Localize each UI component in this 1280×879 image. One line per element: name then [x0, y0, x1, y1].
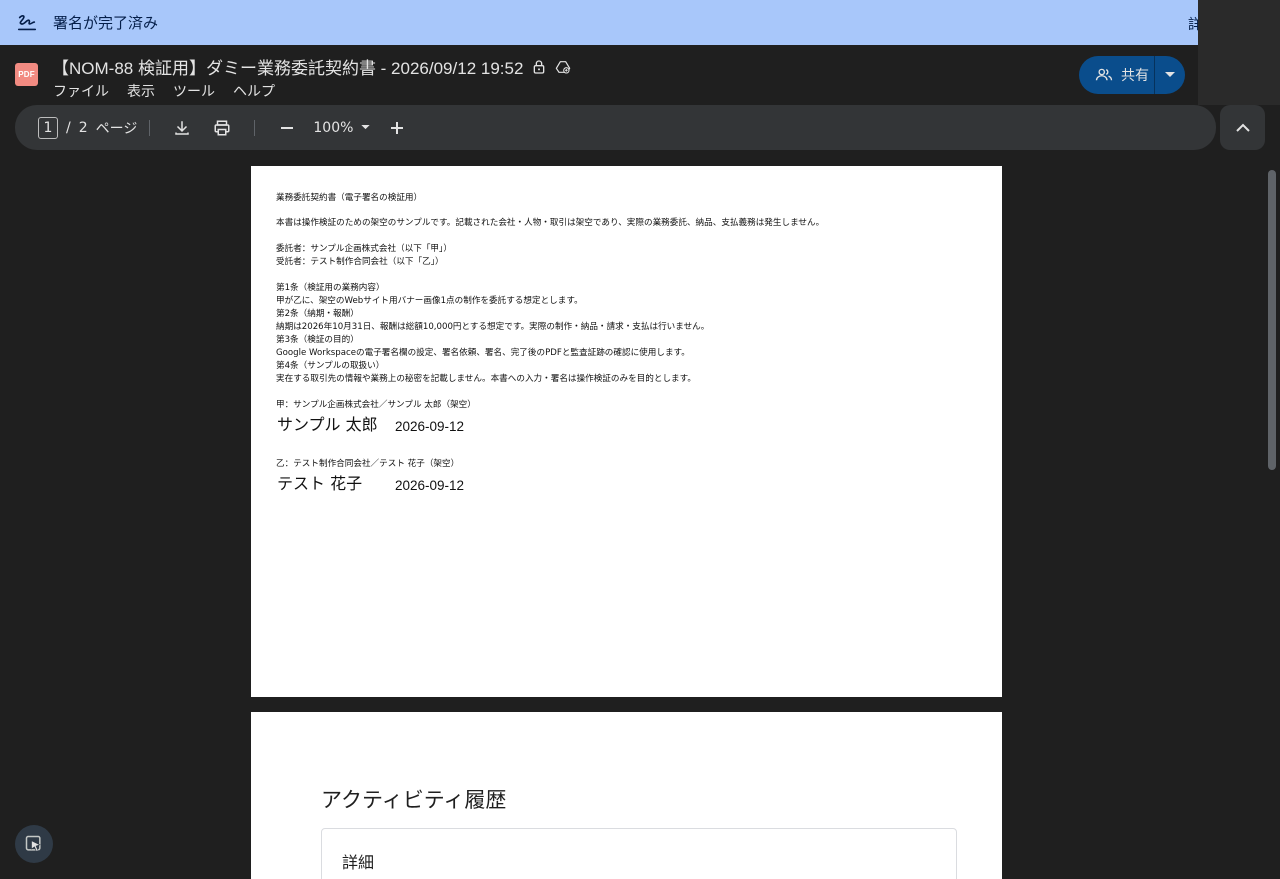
doc-heading: 業務委託契約書（電子署名の検証用） [276, 193, 423, 203]
page-number-input[interactable]: 1 [38, 116, 58, 139]
pdf-page-2: アクティビティ履歴 詳細 [251, 712, 1002, 879]
page-word: ページ [95, 120, 138, 137]
signature-date-b: 2026-09-12 [395, 478, 465, 493]
minus-icon [281, 126, 294, 129]
people-icon [1095, 68, 1113, 81]
scrollbar-thumb[interactable] [1268, 170, 1276, 470]
doc-line: 第2条（納期・報酬） [276, 309, 359, 319]
share-dropdown-button[interactable] [1155, 72, 1185, 78]
right-panel-strip [1198, 0, 1280, 105]
toolbar-divider [149, 119, 151, 136]
download-button[interactable] [172, 118, 192, 138]
signature-icon [17, 14, 37, 30]
doc-line: 委託者：サンプル企画株式会社（以下「甲」） [276, 244, 452, 254]
pdf-file-icon: PDF [15, 63, 38, 86]
print-icon [214, 120, 230, 135]
doc-line: 甲が乙に、架空のWebサイト用バナー画像1点の制作を委託する想定とします。 [276, 296, 583, 306]
signature-name-b: テスト 花子 [277, 474, 363, 493]
doc-line: 本書は操作検証のための架空のサンプルです。記載された会社・人物・取引は架空であり… [276, 218, 825, 228]
doc-line: 第4条（サンプルの取扱い） [276, 361, 385, 371]
caret-down-icon [1165, 72, 1175, 77]
menu-file[interactable]: ファイル [53, 81, 109, 101]
download-icon [175, 120, 190, 135]
cursor-select-icon [25, 835, 41, 852]
caret-down-icon [361, 125, 370, 130]
drive-status-icon[interactable] [555, 59, 571, 75]
detail-label: 詳細 [342, 853, 375, 872]
doc-line: 第3条（検証の目的） [276, 335, 359, 345]
total-pages: 2 [78, 119, 88, 136]
collapse-toolbar-button[interactable] [1220, 105, 1265, 150]
zoom-dropdown-button[interactable] [355, 118, 375, 138]
signature-date-a: 2026-09-12 [395, 419, 465, 434]
signature-name-a: サンプル 太郎 [277, 415, 378, 434]
page-separator: / [66, 119, 71, 136]
menu-view[interactable]: 表示 [127, 81, 155, 101]
zoom-level[interactable]: 100% [313, 120, 353, 136]
banner-detail-link[interactable]: 詳細 [1188, 14, 1198, 34]
share-label: 共有 [1121, 68, 1149, 84]
floating-action-button[interactable] [15, 825, 53, 863]
print-button[interactable] [212, 118, 232, 138]
document-title[interactable]: 【NOM-88 検証用】ダミー業務委託契約書 - 2026/09/12 19:5… [52, 54, 523, 79]
zoom-out-button[interactable] [277, 118, 297, 138]
document-title-row: 【NOM-88 検証用】ダミー業務委託契約書 - 2026/09/12 19:5… [52, 54, 571, 79]
detail-card: 詳細 [321, 828, 957, 879]
menu-bar: ファイル 表示 ツール ヘルプ [53, 81, 275, 101]
pdf-toolbar: 1 / 2 ページ 100% [15, 105, 1216, 150]
chevron-up-icon [1235, 123, 1250, 132]
lock-icon[interactable] [531, 59, 547, 75]
menu-tools[interactable]: ツール [173, 81, 215, 101]
zoom-in-button[interactable] [387, 118, 407, 138]
toolbar-divider [254, 119, 256, 136]
doc-line: 実在する取引先の情報や業務上の秘密を記載しません。本書への入力・署名は操作検証の… [276, 374, 696, 384]
party-b-line: 乙：テスト制作合同会社／テスト 花子（架空） [276, 459, 460, 469]
party-a-line: 甲：サンプル企画株式会社／サンプル 太郎（架空） [276, 400, 476, 410]
activity-history-title: アクティビティ履歴 [321, 788, 507, 812]
doc-line: 納期は2026年10月31日、報酬は総額10,000円とする想定です。実際の制作… [276, 322, 710, 332]
signed-banner: 署名が完了済み 詳細 [0, 0, 1198, 45]
doc-line: 第1条（検証用の業務内容） [276, 283, 385, 293]
pdf-page-1: 業務委託契約書（電子署名の検証用） 本書は操作検証のための架空のサンプルです。記… [251, 166, 1002, 697]
plus-icon [391, 121, 404, 134]
share-button[interactable]: 共有 [1079, 56, 1155, 94]
banner-text: 署名が完了済み [53, 14, 159, 32]
doc-line: Google Workspaceの電子署名欄の設定、署名依頼、署名、完了後のPD… [276, 348, 690, 358]
menu-help[interactable]: ヘルプ [233, 81, 275, 101]
share-button-group: 共有 [1079, 56, 1185, 94]
doc-line: 受託者：テスト制作合同会社（以下「乙」） [276, 257, 444, 267]
